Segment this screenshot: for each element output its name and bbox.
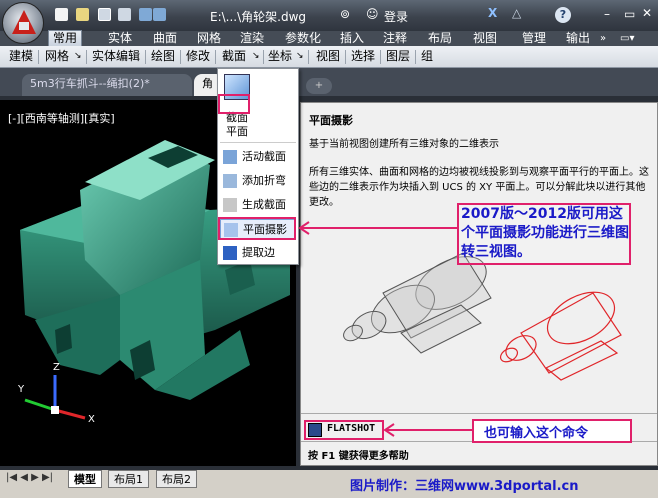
command-highlight-box — [304, 420, 384, 440]
cmd-note-text: 也可输入这个命令 — [484, 426, 589, 441]
main-note-text: 2007版～2012版可用这个平面摄影功能进行三维图转三视图。 — [461, 206, 629, 260]
